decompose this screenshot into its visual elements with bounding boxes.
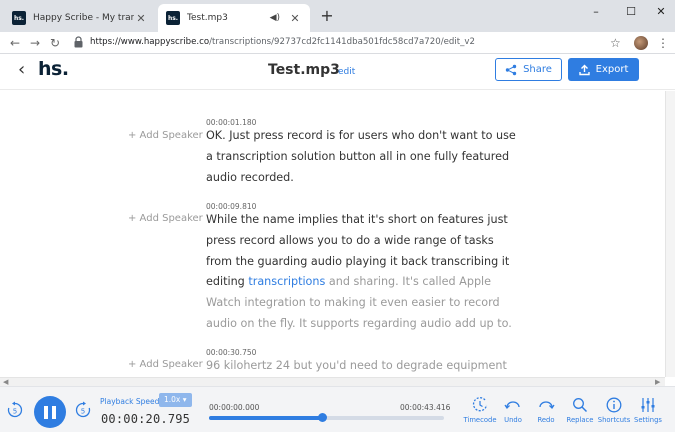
shortcuts-label: Shortcuts <box>597 416 631 424</box>
add-speaker-button[interactable]: + Add Speaker <box>128 130 203 141</box>
url-field[interactable]: https://www.happyscribe.co/transcription… <box>90 37 475 47</box>
close-icon[interactable]: ✕ <box>134 12 148 25</box>
search-icon <box>573 398 588 413</box>
replace-label: Replace <box>566 416 594 424</box>
minimize-button[interactable]: – <box>584 2 608 22</box>
chevron-left-icon[interactable]: ‹ <box>18 60 25 80</box>
playback-speed-label: Playback Speed <box>100 397 160 406</box>
progress-slider[interactable] <box>209 413 444 422</box>
pause-icon <box>52 405 56 419</box>
redo-button[interactable]: Redo <box>527 395 565 424</box>
pause-button[interactable] <box>34 396 66 428</box>
rewind-5-icon[interactable]: 5 <box>6 401 24 419</box>
timecode-icon <box>472 397 488 412</box>
tab-test-mp3[interactable]: hs. Test.mp3 ◀) ✕ <box>158 4 310 32</box>
add-speaker-button[interactable]: + Add Speaker <box>128 359 203 370</box>
happyscribe-logo[interactable]: hs. <box>38 58 69 80</box>
share-icon <box>505 64 517 75</box>
avatar[interactable] <box>634 36 648 50</box>
rewind-seconds: 5 <box>13 408 17 416</box>
current-time-input[interactable]: 00:00:20.795 <box>101 412 190 426</box>
sliders-icon <box>641 398 655 412</box>
url-path: /transcriptions/92737cd2fc1141dba501fdc5… <box>209 37 475 47</box>
playback-speed-select[interactable]: 1.0x ▾ <box>159 393 192 407</box>
bookmark-star-icon[interactable]: ☆ <box>610 34 621 52</box>
page-title: Test.mp3 <box>268 62 340 78</box>
happyscribe-favicon-icon: hs. <box>166 11 180 25</box>
export-button[interactable]: Export <box>568 58 639 81</box>
audio-playing-icon[interactable]: ◀) <box>270 13 280 23</box>
close-icon[interactable]: ✕ <box>288 12 302 25</box>
forward-5-icon[interactable]: 5 <box>74 401 92 419</box>
app-header: ‹ hs. Test.mp3 edit Share Export <box>0 54 675 90</box>
close-window-button[interactable]: ✕ <box>649 2 673 22</box>
forward-arrow-icon[interactable]: → <box>26 34 44 52</box>
upload-icon <box>578 64 590 75</box>
tab-my-transcripts[interactable]: hs. Happy Scribe - My transcripts ✕ <box>4 4 156 32</box>
vertical-scrollbar[interactable] <box>665 91 675 377</box>
transcript-paragraph[interactable]: While the name implies that it's short o… <box>206 210 516 335</box>
settings-label: Settings <box>634 416 662 424</box>
transcript-current-word[interactable]: transcriptions <box>248 275 325 288</box>
transcript-paragraph[interactable]: 96 kilohertz 24 but you'd need to degrad… <box>206 356 516 377</box>
scroll-right-icon[interactable]: ▶ <box>655 378 660 386</box>
tab-title: Test.mp3 <box>187 13 228 23</box>
browser-tab-bar: hs. Happy Scribe - My transcripts ✕ hs. … <box>0 0 675 32</box>
edit-title-link[interactable]: edit <box>338 67 355 77</box>
maximize-button[interactable]: ☐ <box>619 2 643 22</box>
lock-icon <box>74 36 83 48</box>
transcript-paragraph[interactable]: OK. Just press record is for users who d… <box>206 126 516 188</box>
happyscribe-favicon-icon: hs. <box>12 11 26 25</box>
progress-fill <box>209 416 322 420</box>
audio-player-bar: 5 5 Playback Speed 1.0x ▾ 00:00:20.795 0… <box>0 386 675 432</box>
share-button[interactable]: Share <box>495 58 562 81</box>
tab-title: Happy Scribe - My transcripts <box>33 13 134 23</box>
url-host: https://www.happyscribe.co <box>90 37 210 47</box>
redo-icon <box>539 401 555 410</box>
address-bar: ← → ↻ https://www.happyscribe.co/transcr… <box>0 32 675 54</box>
shortcuts-button[interactable]: Shortcuts <box>595 395 633 424</box>
back-arrow-icon[interactable]: ← <box>6 34 24 52</box>
settings-button[interactable]: Settings <box>629 395 667 424</box>
end-time: 00:00:43.416 <box>400 403 451 412</box>
progress-handle[interactable] <box>317 413 327 422</box>
start-time: 00:00:00.000 <box>209 403 260 412</box>
redo-label: Redo <box>537 416 555 424</box>
horizontal-scrollbar[interactable]: ◀ ▶ <box>0 377 665 386</box>
reload-icon[interactable]: ↻ <box>46 34 64 52</box>
replace-button[interactable]: Replace <box>561 395 599 424</box>
add-speaker-button[interactable]: + Add Speaker <box>128 213 203 224</box>
scroll-left-icon[interactable]: ◀ <box>3 378 8 386</box>
transcript-editor[interactable]: 00:00:01.180 + Add Speaker OK. Just pres… <box>0 91 665 377</box>
export-label: Export <box>595 64 629 75</box>
new-tab-button[interactable]: + <box>318 6 336 25</box>
browser-menu-icon[interactable]: ⋮ <box>657 34 669 52</box>
share-label: Share <box>523 64 552 75</box>
pause-icon <box>44 405 48 419</box>
info-icon <box>606 397 622 413</box>
forward-seconds: 5 <box>81 408 85 416</box>
undo-icon <box>504 401 520 410</box>
